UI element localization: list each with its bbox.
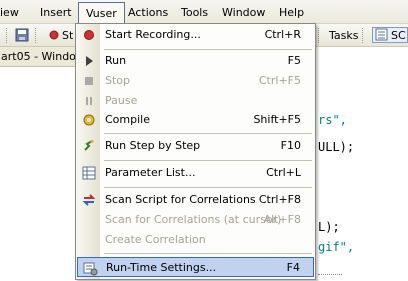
step-icon <box>81 138 97 154</box>
menu-separator <box>104 160 312 161</box>
menu-separator <box>104 133 312 134</box>
menu-item-shortcut: F4 <box>286 261 300 274</box>
menu-window[interactable]: Window <box>222 5 265 21</box>
runtime-settings-icon <box>82 260 98 276</box>
menu-item-scan-script-for-correlations[interactable]: Scan Script for Correlations Ctrl+F8 <box>77 190 314 210</box>
toolbar-separator <box>35 28 37 43</box>
menu-tools[interactable]: Tools <box>181 5 208 21</box>
parameter-list-icon <box>81 165 97 181</box>
code-line: gif", <box>318 240 355 254</box>
code-line: ULL); <box>318 140 355 154</box>
menu-item-pause[interactable]: Pause <box>77 91 314 111</box>
menu-item-label: Compile <box>105 113 150 126</box>
menu-item-label: Pause <box>105 94 138 107</box>
vuser-menu: Start Recording... Ctrl+R Run F5 Stop Ct… <box>75 23 316 280</box>
toolbar-separator <box>6 28 8 43</box>
menu-insert[interactable]: Insert <box>40 5 72 21</box>
menu-actions[interactable]: Actions <box>128 5 168 21</box>
menu-separator <box>104 49 312 50</box>
menu-separator <box>104 187 312 188</box>
start-recording-toolbar-label[interactable]: St <box>62 29 73 42</box>
menu-item-scan-for-correlations-at-cursor[interactable]: Scan for Correlations (at cursor) Alt+F8 <box>77 210 314 230</box>
record-icon <box>81 27 97 43</box>
menu-item-label: Run-Time Settings... <box>106 261 217 274</box>
menu-item-start-recording[interactable]: Start Recording... Ctrl+R <box>77 25 314 45</box>
menu-item-label: Run <box>105 54 127 67</box>
menu-bar: iew Insert Vuser Actions Tools Window He… <box>0 0 408 24</box>
menu-item-run[interactable]: Run F5 <box>77 51 314 71</box>
menu-item-run-time-settings[interactable]: Run-Time Settings... F4 <box>77 257 314 277</box>
menu-item-shortcut: Ctrl+L <box>266 166 301 179</box>
menu-item-label: Run Step by Step <box>105 139 201 152</box>
code-fragment <box>318 274 342 276</box>
toolbar-separator <box>362 28 364 43</box>
menu-item-label: Scan for Correlations (at cursor) <box>105 213 282 226</box>
menu-item-label: Create Correlation <box>105 233 206 246</box>
code-line: L); <box>318 220 340 234</box>
save-icon[interactable] <box>14 27 30 43</box>
compile-icon <box>81 112 97 128</box>
menu-item-run-step-by-step[interactable]: Run Step by Step F10 <box>77 136 314 156</box>
menu-item-stop[interactable]: Stop Ctrl+F5 <box>77 71 314 91</box>
menu-item-shortcut: Ctrl+F5 <box>258 74 301 87</box>
menu-item-shortcut: Shift+F5 <box>253 113 301 126</box>
menu-item-shortcut: Ctrl+F8 <box>258 193 301 206</box>
menu-view[interactable]: iew <box>0 5 19 21</box>
menu-item-label: Scan Script for Correlations <box>105 193 256 206</box>
menu-item-shortcut: F10 <box>280 139 301 152</box>
pause-icon <box>81 93 97 109</box>
menu-item-shortcut: Alt+F8 <box>263 213 301 226</box>
menu-item-shortcut: F5 <box>287 54 301 67</box>
toolbar-separator <box>318 28 320 43</box>
menu-item-compile[interactable]: Compile Shift+F5 <box>77 110 314 130</box>
menu-item-create-correlation[interactable]: Create Correlation <box>77 230 314 250</box>
run-icon <box>81 53 97 69</box>
script-view-button[interactable]: SC <box>372 27 408 43</box>
scan-correlations-icon <box>81 192 97 208</box>
stop-icon <box>81 73 97 89</box>
tasks-button[interactable]: Tasks <box>329 29 358 42</box>
document-tab[interactable]: art05 - Window <box>0 47 85 67</box>
script-view-label: SC <box>391 29 406 42</box>
document-tab-title: art05 - Window <box>1 50 85 63</box>
menu-item-parameter-list[interactable]: Parameter List... Ctrl+L <box>77 163 314 183</box>
code-line: rs", <box>318 113 347 127</box>
menu-item-shortcut: Ctrl+R <box>264 28 301 41</box>
menu-separator <box>104 253 312 254</box>
menu-vuser[interactable]: Vuser <box>78 2 125 24</box>
menu-item-label: Parameter List... <box>105 166 196 179</box>
menu-help[interactable]: Help <box>279 5 304 21</box>
menu-item-label: Start Recording... <box>105 28 201 41</box>
menu-item-label: Stop <box>105 74 131 87</box>
